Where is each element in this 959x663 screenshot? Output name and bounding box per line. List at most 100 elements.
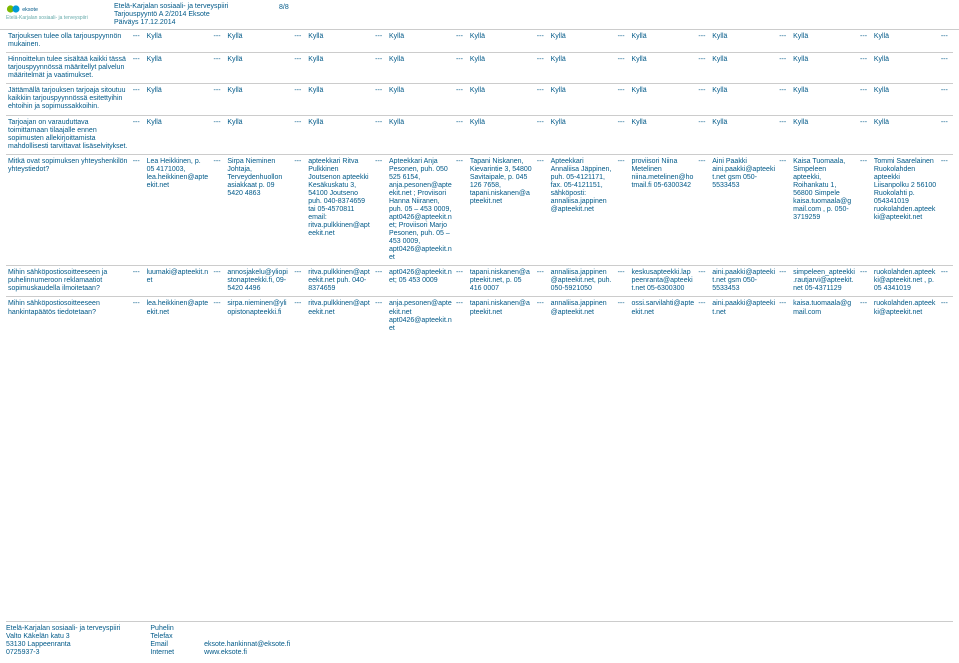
dash-cell: ---	[212, 154, 226, 266]
eksote-logo-icon: eksote	[6, 3, 42, 15]
kylla-cell: Kyllä	[549, 30, 616, 53]
dash-cell: ---	[373, 297, 387, 336]
dash-cell: ---	[131, 84, 145, 115]
row-label: Mihin sähköpostiosoitteeseen ja puhelinn…	[6, 266, 131, 297]
value-cell: apteekkari Ritva Pulkkinen Joutsenon apt…	[306, 154, 373, 266]
value-cell: ruokolahden.apteekki@apteekit.net	[872, 297, 939, 336]
dash-cell: ---	[212, 266, 226, 297]
kylla-cell: Kyllä	[872, 84, 939, 115]
dash-cell: ---	[292, 154, 306, 266]
kylla-cell: Kyllä	[629, 53, 696, 84]
dash-cell: ---	[616, 266, 630, 297]
value-cell: Tommi Saarelainen Ruokolahden apteekki L…	[872, 154, 939, 266]
value-cell: ossi.sarvilahti@apteekit.net	[629, 297, 696, 336]
footer-addr: Etelä-Karjalan sosiaali- ja terveyspiiri…	[6, 625, 120, 657]
dash-cell: ---	[292, 115, 306, 154]
row-label: Mihin sähköpostiosoitteeseen hankintapää…	[6, 297, 131, 336]
row-2: Hinnoittelun tulee sisältää kaikki tässä…	[6, 53, 953, 84]
kylla-cell: Kyllä	[872, 115, 939, 154]
logo-subtext: Etelä-Karjalan sosiaali- ja terveyspiiri	[6, 15, 114, 21]
kylla-cell: Kyllä	[387, 84, 454, 115]
dash-cell: ---	[212, 53, 226, 84]
kylla-cell: Kyllä	[468, 53, 535, 84]
value-cell: lea.heikkinen@apteekit.net	[145, 297, 212, 336]
dash-cell: ---	[696, 297, 710, 336]
value-cell: tapani.niskanen@apteekit.net, p. 05 416 …	[468, 266, 535, 297]
dash-cell: ---	[373, 30, 387, 53]
footer-addr-3: 53130 Lappeenranta	[6, 641, 120, 649]
dash-cell: ---	[454, 154, 468, 266]
dash-cell: ---	[939, 266, 953, 297]
dash-cell: ---	[777, 115, 791, 154]
dash-cell: ---	[696, 53, 710, 84]
footer-fax-label: Telefax	[150, 633, 174, 641]
kylla-cell: Kyllä	[549, 84, 616, 115]
kylla-cell: Kyllä	[145, 30, 212, 53]
kylla-cell: Kyllä	[306, 53, 373, 84]
dash-cell: ---	[373, 154, 387, 266]
dash-cell: ---	[212, 297, 226, 336]
footer-phone-label: Puhelin	[150, 625, 174, 633]
kylla-cell: Kyllä	[710, 84, 777, 115]
meta-line-1: Etelä-Karjalan sosiaali- ja terveyspiiri	[114, 3, 228, 11]
dash-cell: ---	[131, 53, 145, 84]
value-cell: kaisa.tuomaala@gmail.com	[791, 297, 858, 336]
dash-cell: ---	[131, 30, 145, 53]
value-cell: Tapani Niskanen, Kievarintie 3, 54800 Sa…	[468, 154, 535, 266]
value-cell: keskusapteekki.lappeenranta@apteekit.net…	[629, 266, 696, 297]
value-cell: Lea Heikkinen, p. 05 4171003, lea.heikki…	[145, 154, 212, 266]
dash-cell: ---	[858, 297, 872, 336]
kylla-cell: Kyllä	[468, 30, 535, 53]
dash-cell: ---	[535, 266, 549, 297]
value-cell: annosjakelu@yliopistonapteekki.fi, 09-54…	[225, 266, 292, 297]
kylla-cell: Kyllä	[791, 115, 858, 154]
row-6: Mihin sähköpostiosoitteeseen ja puhelinn…	[6, 266, 953, 297]
dash-cell: ---	[535, 115, 549, 154]
kylla-cell: Kyllä	[710, 53, 777, 84]
row-label: Tarjouksen tulee olla tarjouspyynnön muk…	[6, 30, 131, 53]
kylla-cell: Kyllä	[306, 115, 373, 154]
footer-addr-4: 0725937-3	[6, 649, 120, 657]
dash-cell: ---	[292, 53, 306, 84]
dash-cell: ---	[696, 115, 710, 154]
row-1: Tarjouksen tulee olla tarjouspyynnön muk…	[6, 30, 953, 53]
footer-blank-2	[204, 633, 290, 641]
kylla-cell: Kyllä	[629, 30, 696, 53]
data-table: Tarjouksen tulee olla tarjouspyynnön muk…	[6, 30, 953, 336]
dash-cell: ---	[373, 266, 387, 297]
dash-cell: ---	[212, 115, 226, 154]
value-cell: anja.pesonen@apteekit.net apt0426@apteek…	[387, 297, 454, 336]
kylla-cell: Kyllä	[225, 53, 292, 84]
dash-cell: ---	[616, 115, 630, 154]
dash-cell: ---	[696, 266, 710, 297]
dash-cell: ---	[454, 53, 468, 84]
dash-cell: ---	[616, 30, 630, 53]
row-label: Mitkä ovat sopimuksen yhteyshenkilön yht…	[6, 154, 131, 266]
dash-cell: ---	[858, 53, 872, 84]
dash-cell: ---	[939, 154, 953, 266]
dash-cell: ---	[454, 84, 468, 115]
dash-cell: ---	[292, 30, 306, 53]
kylla-cell: Kyllä	[225, 84, 292, 115]
main-content: Tarjouksen tulee olla tarjouspyynnön muk…	[0, 30, 959, 336]
dash-cell: ---	[373, 84, 387, 115]
footer-email-label: Email	[150, 641, 174, 649]
dash-cell: ---	[777, 266, 791, 297]
dash-cell: ---	[454, 266, 468, 297]
dash-cell: ---	[939, 115, 953, 154]
value-cell: aini.paakki@apteekit.net	[710, 297, 777, 336]
row-7: Mihin sähköpostiosoitteeseen hankintapää…	[6, 297, 953, 336]
footer-blank-1	[204, 625, 290, 633]
dash-cell: ---	[212, 30, 226, 53]
kylla-cell: Kyllä	[629, 115, 696, 154]
dash-cell: ---	[212, 84, 226, 115]
dash-cell: ---	[373, 53, 387, 84]
value-cell: aini.paakki@apteekit.net gsm 050-5533453	[710, 266, 777, 297]
dash-cell: ---	[292, 266, 306, 297]
dash-cell: ---	[373, 115, 387, 154]
kylla-cell: Kyllä	[468, 84, 535, 115]
footer-internet-value: www.eksote.fi	[204, 649, 290, 657]
dash-cell: ---	[292, 297, 306, 336]
dash-cell: ---	[858, 115, 872, 154]
dash-cell: ---	[939, 84, 953, 115]
